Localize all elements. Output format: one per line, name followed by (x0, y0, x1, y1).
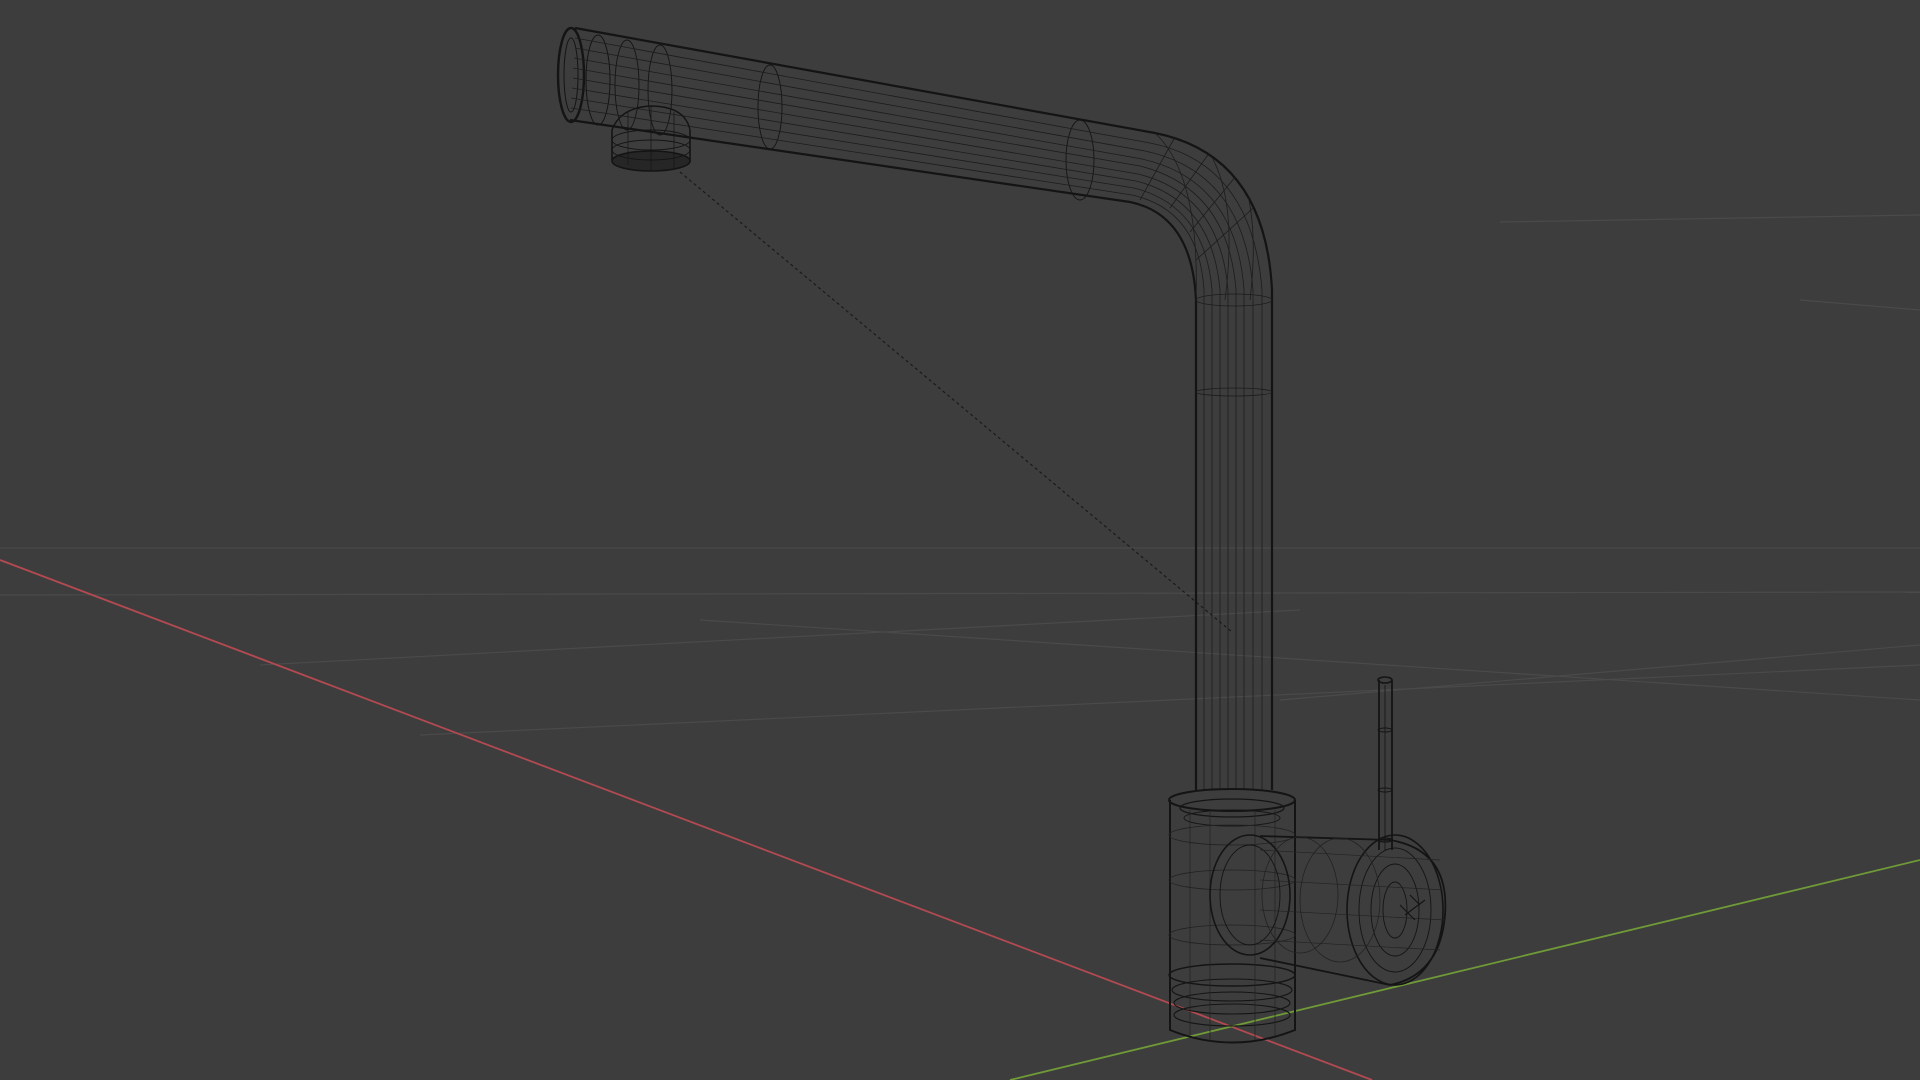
floor-grid (0, 214, 1920, 736)
spout-end-cap (556, 26, 1095, 201)
3d-viewport[interactable] (0, 0, 1920, 1080)
mixer-handle (1209, 834, 1447, 986)
faucet-wireframe[interactable] (556, 26, 1447, 1044)
lever-rod (1377, 676, 1393, 850)
grid-line (1499, 214, 1920, 223)
grid-line (0, 591, 1920, 596)
relationship-line (679, 171, 1233, 633)
grid-line (419, 664, 1920, 736)
grid-line (259, 609, 1301, 666)
x-axis-line (0, 559, 1373, 1080)
spout-wire-mesh (570, 37, 1272, 790)
grid-line (699, 619, 1920, 701)
aerator (611, 105, 691, 172)
base-body (1168, 788, 1296, 1044)
y-axis-line (1009, 859, 1920, 1080)
grid-line (1799, 299, 1920, 311)
viewport-canvas[interactable] (0, 0, 1920, 1080)
grid-line (1279, 644, 1920, 701)
